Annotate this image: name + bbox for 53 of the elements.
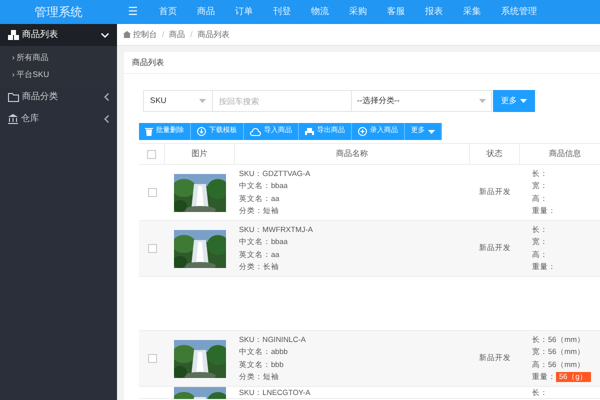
- caret-icon: [479, 99, 486, 103]
- sidebar-subitem[interactable]: › 平台SKU: [0, 66, 117, 83]
- sidebar-subitem[interactable]: › 所有商品: [0, 49, 117, 66]
- nav-link[interactable]: 客服: [377, 5, 415, 19]
- nav-link[interactable]: 采购: [339, 5, 377, 19]
- sidebar-item[interactable]: 商品分类: [0, 86, 117, 108]
- column-header: 图片: [165, 144, 235, 164]
- caret-icon: [428, 130, 435, 134]
- menu-icon[interactable]: ☰: [117, 4, 149, 20]
- nav-link[interactable]: 物流: [301, 5, 339, 19]
- trash-icon: [145, 127, 153, 136]
- breadcrumb-separator: /: [162, 28, 164, 40]
- column-header: 商品信息: [548, 148, 582, 160]
- nav-link[interactable]: 报表: [415, 5, 453, 19]
- column-header: 商品名称: [235, 144, 470, 164]
- nav-link[interactable]: 商品: [187, 5, 225, 19]
- breadcrumb-separator: /: [190, 28, 192, 40]
- chevron-left-icon: [104, 115, 109, 123]
- sku-select[interactable]: SKU: [143, 90, 213, 112]
- more-button[interactable]: 更多: [493, 90, 535, 112]
- chevron-down-icon: [101, 32, 109, 38]
- bank-icon: [8, 114, 18, 124]
- cloud-icon: [250, 128, 261, 136]
- breadcrumb-link[interactable]: 商品列表: [197, 28, 230, 40]
- sidebar-item[interactable]: 商品列表: [0, 24, 117, 46]
- download-icon: [197, 127, 206, 136]
- plus-circle-icon: [358, 127, 367, 136]
- category-select[interactable]: --选择分类--: [352, 90, 492, 112]
- nav-link[interactable]: 首页: [149, 5, 187, 19]
- printer-icon: [305, 128, 314, 136]
- bullet-icon: ›: [12, 68, 15, 80]
- cubes-icon: [8, 30, 19, 40]
- sidebar-item[interactable]: 仓库: [0, 108, 117, 130]
- checkbox[interactable]: [148, 354, 156, 363]
- checkbox[interactable]: [148, 188, 156, 197]
- breadcrumb-link[interactable]: 商品: [169, 28, 186, 40]
- checkbox[interactable]: [148, 244, 156, 253]
- chevron-left-icon: [104, 93, 109, 101]
- card-title: 商品列表: [132, 56, 164, 68]
- app-logo: 管理系统: [34, 4, 82, 21]
- folder-icon: [8, 92, 19, 102]
- nav-link[interactable]: 刊登: [263, 5, 301, 19]
- checkbox[interactable]: [147, 150, 156, 158]
- nav-link[interactable]: 采集: [453, 5, 491, 19]
- caret-icon: [520, 99, 527, 103]
- nav-link[interactable]: 订单: [225, 5, 263, 19]
- nav-link[interactable]: 系统管理: [491, 5, 547, 19]
- breadcrumb-link[interactable]: 控制台: [133, 28, 157, 40]
- home-icon: [123, 31, 131, 38]
- caret-icon: [199, 99, 206, 103]
- search-field[interactable]: 按回车搜索: [213, 90, 352, 112]
- column-header: 状态: [470, 144, 520, 164]
- bullet-icon: ›: [12, 52, 15, 64]
